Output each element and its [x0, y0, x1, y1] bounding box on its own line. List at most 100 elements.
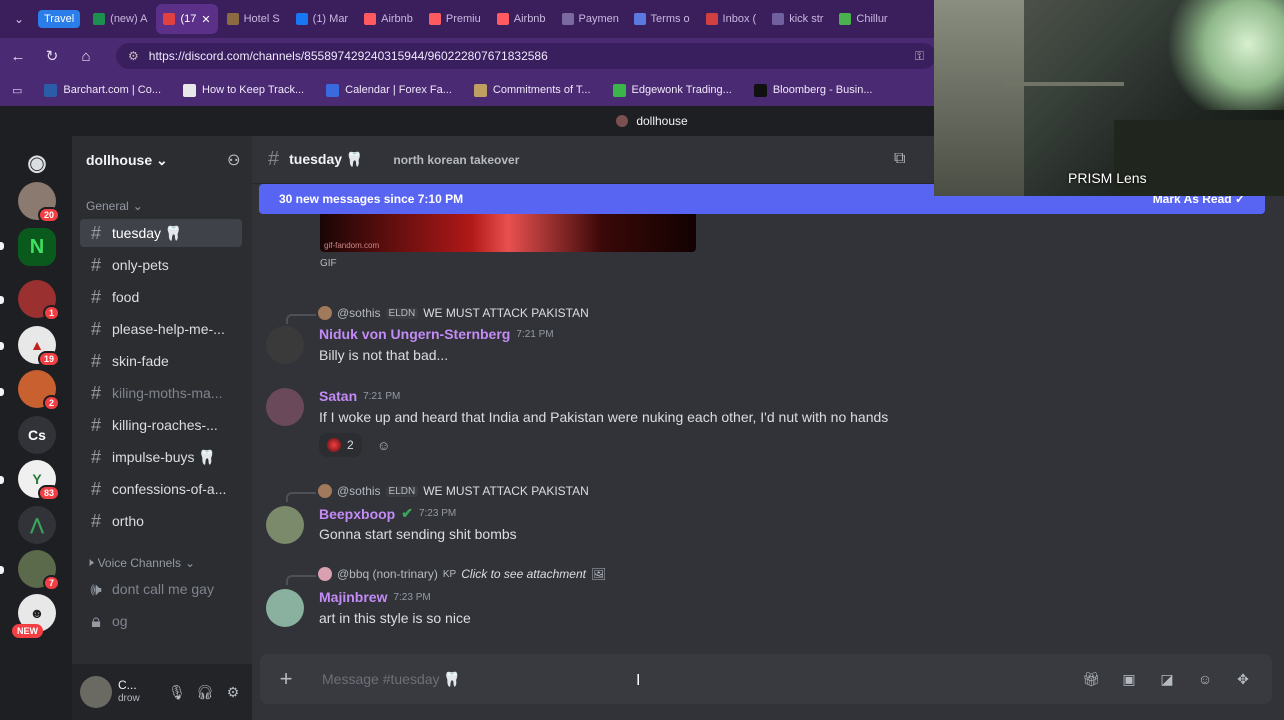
- emoji-icon[interactable]: ☺: [1192, 671, 1218, 687]
- bookmark-favicon-icon: [753, 83, 767, 97]
- site-info-icon[interactable]: ⚙: [128, 49, 139, 63]
- server-icon[interactable]: 2: [18, 370, 60, 411]
- browser-tab[interactable]: Paymen: [555, 4, 625, 34]
- username[interactable]: Majinbrew: [319, 589, 387, 605]
- back-icon[interactable]: ←: [8, 48, 28, 65]
- tab-favicon-icon: [93, 13, 106, 25]
- gift-icon[interactable]: 🎁︎: [1078, 671, 1104, 688]
- add-member-icon[interactable]: ⚇: [227, 152, 240, 169]
- bookmark-item[interactable]: Commitments of T...: [473, 83, 591, 97]
- hash-icon: #: [90, 286, 101, 307]
- bookmark-item[interactable]: Barchart.com | Co...: [44, 83, 161, 97]
- browser-tab[interactable]: Terms o: [627, 4, 697, 34]
- server-icon[interactable]: 20: [18, 182, 60, 223]
- channel-item[interactable]: # killing-roaches-...: [80, 411, 242, 439]
- server-icon[interactable]: 7: [18, 550, 60, 591]
- browser-tab[interactable]: (17 ✕: [156, 4, 218, 34]
- bookmark-item[interactable]: Bloomberg - Busin...: [753, 83, 872, 97]
- bookmark-item[interactable]: Calendar | Forex Fa...: [326, 83, 452, 97]
- url-field[interactable]: ⚙ https://discord.com/channels/855897429…: [116, 43, 936, 69]
- server-icon[interactable]: 1: [18, 280, 60, 321]
- timestamp: 7:21 PM: [363, 390, 401, 402]
- avatar[interactable]: [266, 506, 304, 544]
- channel-item[interactable]: # confessions-of-a...: [80, 475, 242, 503]
- channel-item[interactable]: # skin-fade: [80, 347, 242, 375]
- discord-home-icon[interactable]: ◉: [18, 144, 56, 182]
- hash-icon: #: [90, 510, 101, 531]
- apps-icon[interactable]: ✥: [1230, 671, 1256, 688]
- reply-reference[interactable]: @sothis ELDN WE MUST ATTACK PAKISTAN: [318, 484, 589, 498]
- home-icon[interactable]: ⌂: [76, 48, 96, 65]
- voice-channel[interactable]: 🔒︎ og: [80, 607, 242, 635]
- channel-item[interactable]: # kiling-moths-ma...: [80, 379, 242, 407]
- reply-reference[interactable]: @sothis ELDN WE MUST ATTACK PAKISTAN: [318, 306, 589, 320]
- channel-item[interactable]: # only-pets: [80, 251, 242, 279]
- tab-search-icon[interactable]: ⌄: [6, 6, 32, 32]
- avatar: [318, 567, 332, 581]
- speaker-icon: 🕨: [86, 555, 94, 569]
- server-icon[interactable]: ▲ 19: [18, 326, 60, 367]
- bookmarks-menu-icon[interactable]: ▭: [12, 84, 22, 97]
- channel-item[interactable]: # food: [80, 283, 242, 311]
- image-icon: 🖼︎: [590, 567, 607, 581]
- bookmark-item[interactable]: Edgewonk Trading...: [612, 83, 732, 97]
- channel-topic[interactable]: north korean takeover: [393, 153, 519, 167]
- headphones-icon[interactable]: 🎧︎: [194, 684, 216, 701]
- server-cs[interactable]: Cs: [18, 416, 56, 454]
- reload-icon[interactable]: ↻: [42, 47, 62, 65]
- server-header[interactable]: dollhouse ⌄ ⚇: [72, 136, 252, 184]
- key-icon[interactable]: ⚿: [915, 49, 924, 64]
- gear-icon[interactable]: ⚙: [222, 684, 244, 701]
- server-icon[interactable]: N: [18, 228, 56, 266]
- avatar[interactable]: [266, 388, 304, 426]
- avatar[interactable]: [266, 589, 304, 627]
- server-icon[interactable]: ⋀: [18, 506, 56, 544]
- browser-tab[interactable]: Hotel S: [220, 4, 287, 34]
- browser-tab[interactable]: Premiu: [422, 4, 488, 34]
- browser-tab[interactable]: Airbnb: [357, 4, 420, 34]
- channel-item[interactable]: # please-help-me-...: [80, 315, 242, 343]
- reply-reference[interactable]: @bbq (non-trinary) KP Click to see attac…: [318, 567, 606, 581]
- channel-item[interactable]: # impulse-buys 🦷: [80, 443, 242, 471]
- channel-title: tuesday 🦷: [289, 151, 364, 167]
- tab-favicon-icon: [364, 13, 377, 25]
- close-tab-icon[interactable]: ✕: [201, 13, 210, 26]
- add-attachment-icon[interactable]: +: [276, 666, 296, 692]
- browser-tab[interactable]: (new) A: [86, 4, 154, 34]
- bookmark-favicon-icon: [612, 83, 626, 97]
- gif-icon[interactable]: ▣: [1116, 671, 1142, 688]
- reaction[interactable]: 2: [319, 433, 362, 457]
- message-input[interactable]: [322, 671, 1066, 687]
- username[interactable]: Niduk von Ungern-Sternberg: [319, 326, 510, 342]
- tab-group-travel[interactable]: Travel: [38, 10, 81, 28]
- hash-icon: #: [90, 478, 101, 499]
- category-voice[interactable]: 🕨 Voice Channels ⌄: [86, 555, 195, 570]
- bookmark-item[interactable]: How to Keep Track...: [183, 83, 304, 97]
- channel-item[interactable]: # ortho: [80, 507, 242, 535]
- server-icon[interactable]: Y 83: [18, 460, 60, 501]
- avatar[interactable]: [80, 676, 112, 708]
- browser-tab[interactable]: (1) Mar: [289, 4, 355, 34]
- username[interactable]: Beepxboop: [319, 506, 395, 522]
- browser-tab[interactable]: Airbnb: [490, 4, 553, 34]
- avatar[interactable]: [266, 326, 304, 364]
- tab-list: (new) A (17 ✕ Hotel S (1) Mar Airbnb Premiu Air…: [86, 4, 894, 34]
- browser-tab[interactable]: Inbox (: [699, 4, 764, 34]
- browser-tab[interactable]: Chillur: [832, 4, 894, 34]
- sticker-icon[interactable]: ◪: [1154, 671, 1180, 688]
- tab-favicon-icon: [295, 13, 308, 25]
- user-status: drow: [118, 693, 140, 704]
- gif-image[interactable]: gif-fandom.com: [320, 214, 696, 252]
- hash-icon: #: [90, 222, 101, 243]
- user-name: C...: [118, 678, 137, 692]
- add-reaction-icon[interactable]: ☺: [370, 433, 398, 457]
- browser-tab[interactable]: kick str: [765, 4, 830, 34]
- avatar: [318, 306, 332, 320]
- threads-icon[interactable]: ⧉: [894, 150, 905, 168]
- channel-item[interactable]: # tuesday 🦷: [80, 219, 242, 247]
- channel-sidebar: dollhouse ⌄ ⚇ General ⌄ # tuesday 🦷 # only-p…: [72, 136, 252, 720]
- username[interactable]: Satan: [319, 388, 357, 404]
- voice-channel[interactable]: 🕪 dont call me gay: [80, 575, 242, 603]
- category-general[interactable]: General ⌄: [86, 199, 143, 213]
- microphone-icon[interactable]: 🎙︎: [166, 684, 188, 701]
